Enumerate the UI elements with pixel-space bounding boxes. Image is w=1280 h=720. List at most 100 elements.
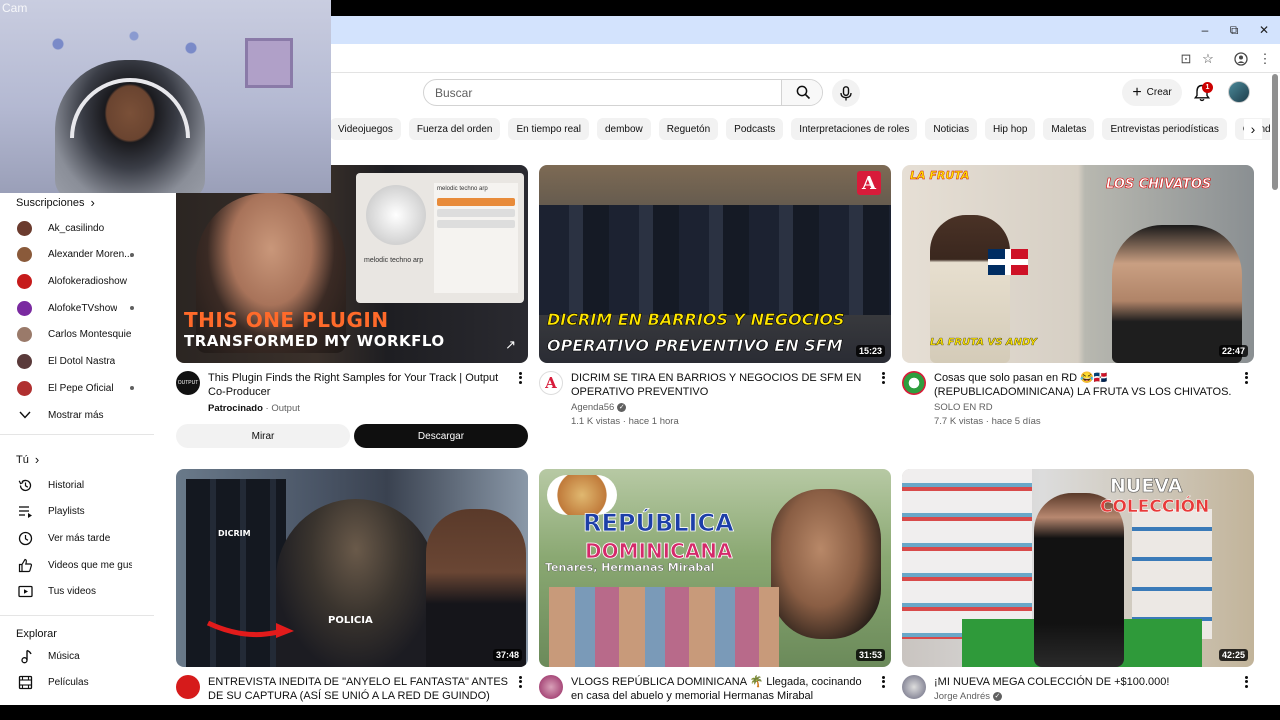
new-content-dot <box>130 306 134 311</box>
search-button[interactable] <box>781 80 822 105</box>
channel-name[interactable]: Agenda56 <box>571 402 614 413</box>
plus-icon: + <box>1132 83 1142 101</box>
filter-chip[interactable]: Fuerza del orden <box>408 118 501 140</box>
sidebar-divider <box>0 434 154 435</box>
chips-next-arrow-icon[interactable]: › <box>1244 119 1262 139</box>
thumbnail-headline: OPERATIVO PREVENTIVO EN SFM <box>547 336 843 356</box>
watch-button[interactable]: Mirar <box>176 424 350 448</box>
filter-chip[interactable]: En tiempo real <box>508 118 589 140</box>
download-button[interactable]: Descargar <box>354 424 528 448</box>
channel-avatar[interactable]: OUTPUT <box>176 371 200 395</box>
minimize-icon[interactable]: – <box>1190 16 1220 44</box>
filter-chip[interactable]: Noticias <box>925 118 977 140</box>
video-duration: 22:47 <box>1218 345 1248 357</box>
filter-chip[interactable]: dembow <box>596 118 651 140</box>
channel-avatar[interactable] <box>902 675 926 699</box>
more-options-icon[interactable] <box>1242 675 1250 689</box>
video-title[interactable]: VLOGS REPÚBLICA DOMINICANA 🌴 Llegada, co… <box>571 675 871 703</box>
bookmark-star-icon[interactable]: ☆ <box>1199 50 1217 68</box>
channel-name-row: Agenda56 ✓ <box>571 401 627 414</box>
more-options-icon[interactable] <box>879 371 887 385</box>
create-label: Crear <box>1146 87 1172 98</box>
presenter <box>1034 493 1124 667</box>
subscription-item[interactable]: Alofokeradioshow <box>0 268 156 294</box>
channel-avatar[interactable] <box>902 371 926 395</box>
video-title[interactable]: DICRIM SE TIRA EN BARRIOS Y NEGOCIOS DE … <box>571 371 871 399</box>
thumbnail-headline: LOS CHIVATOS <box>1106 177 1212 193</box>
sidebar-item-thumbs-up[interactable]: Videos que me gus... <box>0 552 156 578</box>
subscription-item[interactable]: El Dotol Nastra <box>0 349 156 375</box>
channel-avatar <box>17 273 32 289</box>
more-options-icon[interactable] <box>516 371 524 385</box>
account-avatar[interactable] <box>1228 81 1250 103</box>
group-photo <box>549 587 779 667</box>
video-thumbnail[interactable]: LA FRUTA LOS CHIVATOS LA FRUTA VS ANDY 2… <box>902 165 1254 363</box>
sidebar-item-playlists[interactable]: Playlists <box>0 499 156 525</box>
filter-chip[interactable]: Interpretaciones de roles <box>791 118 918 140</box>
channel-avatar <box>17 247 32 263</box>
voice-search-button[interactable] <box>832 79 860 107</box>
channel-name[interactable]: Jorge Andrés <box>934 691 990 702</box>
video-title[interactable]: Cosas que solo pasan en RD 😂🇩🇴 (REPUBLIC… <box>934 371 1234 399</box>
subscription-item[interactable]: El Pepe Oficial <box>0 375 156 401</box>
filter-chip[interactable]: Hip hop <box>984 118 1036 140</box>
external-link-icon: ↗ <box>505 337 516 352</box>
subscriptions-header[interactable]: Suscripciones › <box>16 195 95 210</box>
channel-avatar[interactable] <box>539 675 563 699</box>
search-input[interactable] <box>424 80 781 105</box>
browser-menu-icon[interactable]: ⋮ <box>1256 50 1274 68</box>
video-thumbnail[interactable]: A DICRIM EN BARRIOS Y NEGOCIOS OPERATIVO… <box>539 165 891 363</box>
subscription-item[interactable]: Carlos Montesquieu <box>0 322 156 348</box>
video-thumbnail[interactable]: DICRIM POLICIA 37:48 <box>176 469 528 667</box>
channel-name-row: Jorge Andrés ✓ <box>934 690 1002 703</box>
upload-age: hace 1 hora <box>628 416 679 427</box>
subscription-item[interactable]: Alexander Moren... <box>0 242 156 268</box>
subscription-item[interactable]: Ak_casilindo <box>0 215 156 241</box>
sidebar-item-film[interactable]: Películas <box>0 670 156 696</box>
channel-avatar[interactable]: A <box>539 371 563 395</box>
thumbs-up-icon <box>17 557 33 573</box>
video-title[interactable]: ENTREVISTA INEDITA DE "ANYELO EL FANTAST… <box>208 675 508 703</box>
restore-icon[interactable]: ⧉ <box>1219 16 1249 44</box>
ad-thumbnail[interactable]: melodic techno arp melodic techno arp TH… <box>176 165 528 363</box>
filter-chip[interactable]: Maletas <box>1043 118 1095 140</box>
more-options-icon[interactable] <box>1242 371 1250 385</box>
your-videos-icon <box>17 584 33 600</box>
sidebar-divider <box>0 615 154 616</box>
channel-avatar <box>17 300 32 316</box>
filter-chip[interactable]: Reguetón <box>658 118 719 140</box>
show-more-button[interactable]: Mostrar más <box>0 402 156 428</box>
thumbnail-headline: COLECCIÓN <box>1100 497 1210 518</box>
sidebar-item-your-videos[interactable]: Tus videos <box>0 579 156 605</box>
sponsored-label: Patrocinado <box>208 403 263 414</box>
create-button[interactable]: + Crear <box>1122 79 1182 106</box>
video-thumbnail[interactable]: REPÚBLICA DOMINICANA Tenares, Hermanas M… <box>539 469 891 667</box>
install-app-icon[interactable]: ⊡ <box>1177 50 1195 68</box>
subscription-label: AlofokeTVshow <box>48 302 118 314</box>
video-title[interactable]: ¡MI NUEVA MEGA COLECCIÓN DE +$100.000! <box>934 675 1234 689</box>
channel-name[interactable]: SOLO EN RD <box>934 402 993 413</box>
sidebar-item-clock[interactable]: Ver más tarde <box>0 525 156 551</box>
more-options-icon[interactable] <box>879 675 887 689</box>
video-title[interactable]: This Plugin Finds the Right Samples for … <box>208 371 508 399</box>
filter-chip[interactable]: Podcasts <box>726 118 784 140</box>
channel-avatar[interactable] <box>176 675 200 699</box>
you-header[interactable]: Tú › <box>16 452 39 467</box>
search-icon <box>796 85 810 100</box>
profile-icon[interactable] <box>1232 50 1250 68</box>
filter-chip[interactable]: Entrevistas periodísticas <box>1102 118 1227 140</box>
microphone-icon <box>840 85 852 100</box>
subscription-item[interactable]: AlofokeTVshow <box>0 295 156 321</box>
more-options-icon[interactable] <box>516 675 524 689</box>
person-right <box>1112 225 1242 363</box>
channel-avatar <box>17 220 32 236</box>
scrollbar-thumb[interactable] <box>1272 74 1278 190</box>
crowd-scene <box>539 205 891 315</box>
verified-check-icon: ✓ <box>617 402 627 412</box>
filter-chip[interactable]: Videojuegos <box>330 118 401 140</box>
inset-photo <box>276 499 436 667</box>
sidebar-item-music-note[interactable]: Música <box>0 643 156 669</box>
close-icon[interactable]: ✕ <box>1249 16 1279 44</box>
video-thumbnail[interactable]: NUEVA COLECCIÓN 42:25 <box>902 469 1254 667</box>
sidebar-item-history[interactable]: Historial <box>0 472 156 498</box>
